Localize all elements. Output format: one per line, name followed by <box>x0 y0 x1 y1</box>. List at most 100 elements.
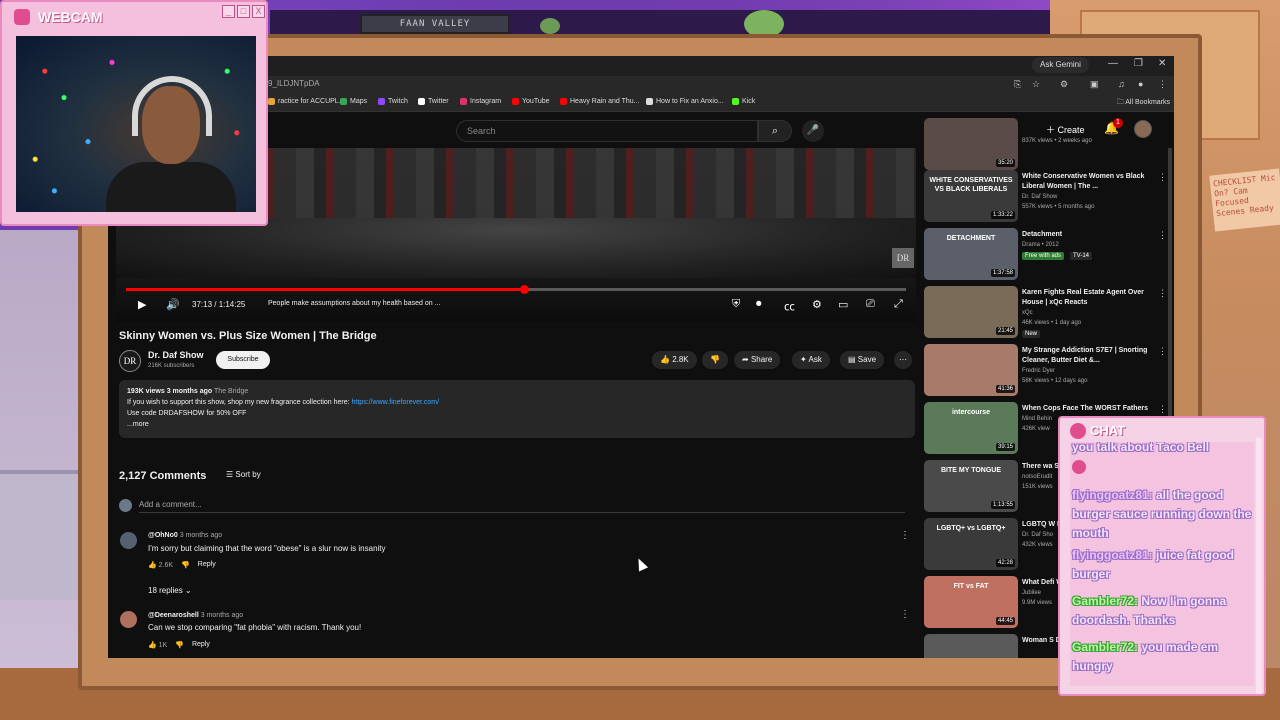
video-thumbnail[interactable]: 21:45 <box>924 286 1018 338</box>
recommendation-item[interactable]: DETACHMENT 1:37:58 Detachment Drama • 2012 F… <box>924 228 1174 284</box>
view-replies-button[interactable]: 18 replies ⌄ <box>148 586 192 595</box>
share-button[interactable]: ➦ Share <box>734 351 781 369</box>
media-icon[interactable]: ♫ <box>1118 79 1125 89</box>
ask-button[interactable]: ✦ Ask <box>792 351 830 369</box>
shield-icon[interactable]: ⛨ <box>732 298 740 311</box>
more-actions-icon[interactable]: ⋯ <box>894 351 912 369</box>
video-thumbnail[interactable]: 35:20 <box>924 118 1018 170</box>
comment-author-handle[interactable]: @Deenaroshell <box>148 612 199 619</box>
recommendation-channel[interactable]: Mind Behin <box>1022 416 1052 422</box>
all-bookmarks[interactable]: 🗀 All Bookmarks <box>1117 98 1170 109</box>
commenter-avatar[interactable] <box>120 532 137 549</box>
bookmark-star-icon[interactable]: ☆ <box>1032 79 1040 90</box>
comment-author-handle[interactable]: @OhNo0 <box>148 532 178 539</box>
volume-icon[interactable]: 🔊 <box>166 298 180 311</box>
comment-menu-icon[interactable]: ⋮ <box>900 609 910 620</box>
fullscreen-icon[interactable]: ⤢ <box>894 298 903 311</box>
url-text[interactable]: 9_ILDJNTpDA <box>268 79 320 88</box>
recommendation-channel[interactable]: xQc <box>1022 310 1033 316</box>
comment-menu-icon[interactable]: ⋮ <box>900 530 910 541</box>
recommendation-channel[interactable]: notsoErudit <box>1022 474 1052 480</box>
video-thumbnail[interactable]: 41:36 <box>924 344 1018 396</box>
ask-gemini-button[interactable]: Ask Gemini <box>1032 57 1089 73</box>
bookmark-7[interactable]: How to Fix an Anxio... <box>646 98 724 105</box>
recommendation-menu-icon[interactable]: ⋮ <box>1158 288 1167 299</box>
recommendation-title[interactable]: Karen Fights Real Estate Agent Over Hous… <box>1022 288 1150 308</box>
recommendation-title[interactable]: White Conservative Women vs Black Libera… <box>1022 172 1150 192</box>
menu-icon[interactable]: ⋮ <box>1158 79 1167 90</box>
autoplay-toggle-icon[interactable]: ⏺ <box>756 298 762 311</box>
video-tag[interactable]: The Bridge <box>214 388 248 395</box>
comment-like-button[interactable]: 👍 1K <box>148 641 167 649</box>
thumbs-down-icon[interactable]: 👎 <box>175 641 184 649</box>
more-link[interactable]: ...more <box>127 419 907 430</box>
create-button[interactable]: ＋ Create <box>1046 123 1085 136</box>
recommendation-menu-icon[interactable]: ⋮ <box>1158 230 1167 241</box>
bookmark-3[interactable]: Twitter <box>418 98 449 105</box>
bookmark-6[interactable]: Heavy Rain and Thu... <box>560 98 640 105</box>
profile-icon[interactable]: ● <box>1138 79 1143 89</box>
search-icon[interactable]: ⌕ <box>758 120 792 142</box>
chapter-title[interactable]: People make assumptions about my health … <box>268 300 440 307</box>
sort-button[interactable]: ☰ Sort by <box>226 470 261 479</box>
add-comment-input[interactable]: Add a comment... <box>139 500 202 509</box>
video-thumbnail[interactable]: intercourse 39:15 <box>924 402 1018 454</box>
maximize-icon[interactable]: □ <box>237 5 250 18</box>
settings-icon[interactable]: ⚙ <box>812 298 822 311</box>
webcam-titlebar[interactable]: WEBCAM _ □ X <box>2 2 266 30</box>
cast-icon[interactable]: ⎚ <box>866 298 875 311</box>
minimize-icon[interactable]: _ <box>222 5 235 18</box>
recommendation-item[interactable]: 41:36 My Strange Addiction S7E7 | Snortin… <box>924 344 1174 400</box>
recommendation-menu-icon[interactable]: ⋮ <box>1158 404 1167 415</box>
thumbs-down-icon[interactable]: 👎 <box>181 561 190 569</box>
description-link[interactable]: https://www.fineforever.com/ <box>352 399 440 406</box>
description-box[interactable]: 193K views 3 months ago The Bridge If yo… <box>119 380 915 438</box>
comment-author[interactable]: @Deenaroshell 3 months ago <box>148 612 243 619</box>
bookmark-5[interactable]: YouTube <box>512 98 550 105</box>
bookmark-2[interactable]: Twitch <box>378 98 408 105</box>
comment-like-button[interactable]: 👍 2.6K <box>148 561 173 569</box>
channel-avatar[interactable]: DR <box>119 350 141 372</box>
bookmark-0[interactable]: ractice for ACCUPL... <box>268 98 345 105</box>
miniplayer-icon[interactable]: ▭ <box>838 298 848 311</box>
commenter-avatar[interactable] <box>120 611 137 628</box>
subscribe-button[interactable]: Subscribe <box>216 351 270 369</box>
recommendation-title[interactable]: Detachment <box>1022 230 1150 240</box>
recommendation-title[interactable]: My Strange Addiction S7E7 | Snorting Cle… <box>1022 346 1150 366</box>
restore-icon[interactable]: ❐ <box>1134 58 1143 69</box>
close-icon[interactable]: ✕ <box>1158 58 1166 69</box>
recommendation-channel[interactable]: Dr. Daf Sho <box>1022 532 1053 538</box>
channel-name[interactable]: Dr. Daf Show <box>148 350 204 360</box>
microphone-icon[interactable]: 🎤 <box>802 120 824 142</box>
bookmark-1[interactable]: Maps <box>340 98 367 105</box>
captions-icon[interactable]: ㏄ <box>784 298 795 314</box>
play-icon[interactable]: ▶ <box>138 298 146 311</box>
install-icon[interactable]: ⎘ <box>1014 79 1021 90</box>
recommendation-channel[interactable]: Drama • 2012 <box>1022 242 1059 248</box>
bookmark-4[interactable]: Instagram <box>460 98 501 105</box>
recommendation-item[interactable]: WHITE CONSERVATIVES VS BLACK LIBERALS 1:3… <box>924 170 1174 226</box>
chat-scrollbar[interactable] <box>1256 438 1262 694</box>
recommendation-channel[interactable]: Fredric Dyer <box>1022 368 1055 374</box>
progress-knob[interactable] <box>519 285 529 294</box>
close-icon[interactable]: X <box>252 5 265 18</box>
user-avatar[interactable] <box>1134 120 1152 138</box>
video-thumbnail[interactable]: LGBTQ+ vs LGBTQ+ 42:28 <box>924 518 1018 570</box>
extensions-icon[interactable]: ⚙ <box>1060 79 1068 90</box>
tab-search-icon[interactable]: ▣ <box>1090 79 1099 90</box>
reply-button[interactable]: Reply <box>198 561 216 569</box>
progress-bar[interactable] <box>126 285 906 294</box>
search-input[interactable]: Search <box>456 120 758 142</box>
video-thumbnail[interactable]: FIT vs FAT 44:45 <box>924 576 1018 628</box>
recommendation-title[interactable]: When Cops Face The WORST Fathers <box>1022 404 1150 414</box>
dislike-button[interactable]: 👎 <box>702 351 728 369</box>
save-button[interactable]: ▤ Save <box>840 351 885 369</box>
video-thumbnail[interactable]: WHITE CONSERVATIVES VS BLACK LIBERALS 1:3… <box>924 170 1018 222</box>
comment-author[interactable]: @OhNo0 3 months ago <box>148 532 222 539</box>
video-thumbnail[interactable]: BITE MY TONGUE 1:13:55 <box>924 460 1018 512</box>
video-thumbnail[interactable]: DETACHMENT 1:37:58 <box>924 228 1018 280</box>
recommendation-menu-icon[interactable]: ⋮ <box>1158 346 1167 357</box>
recommendation-channel[interactable]: Dr. Daf Show <box>1022 194 1057 200</box>
video-thumbnail[interactable] <box>924 634 1018 658</box>
minimize-icon[interactable]: — <box>1108 58 1118 69</box>
